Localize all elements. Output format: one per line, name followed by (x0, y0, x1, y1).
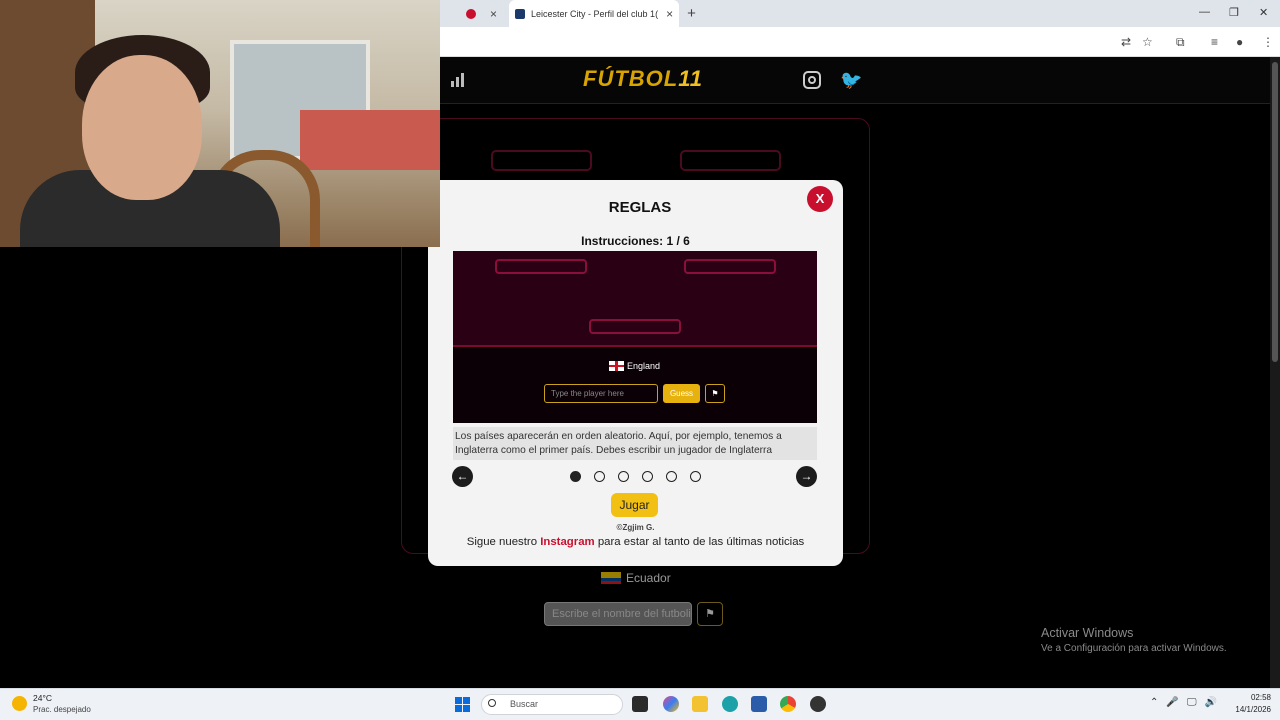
minimize-icon[interactable]: — (1199, 6, 1210, 18)
copilot-icon[interactable] (663, 696, 679, 712)
weather-temperature[interactable]: 24°C (33, 693, 52, 703)
preview-player-slot (589, 319, 681, 334)
clock-date[interactable]: 14/1/2026 (1221, 705, 1271, 714)
preview-guess-button: Guess (663, 384, 700, 403)
start-windows-icon[interactable] (455, 697, 470, 712)
tab-favicon-icon (466, 8, 476, 19)
weather-description[interactable]: Prac. despejado (33, 705, 91, 714)
address-bar[interactable] (440, 27, 1280, 57)
pagination-dots (570, 471, 701, 482)
england-flag-icon (609, 361, 624, 371)
pagination-dot[interactable] (642, 471, 653, 482)
translate-icon[interactable]: ⇄ (1121, 35, 1131, 49)
pagination-dot[interactable] (690, 471, 701, 482)
search-icon (488, 699, 496, 707)
new-tab-icon[interactable]: + (687, 5, 696, 22)
menu-icon[interactable]: ⋮ (1262, 35, 1274, 49)
file-explorer-icon[interactable] (692, 696, 708, 712)
preview-country: England (609, 361, 660, 371)
bookmark-star-icon[interactable]: ☆ (1142, 35, 1153, 49)
background-player-input[interactable]: Escribe el nombre del futbolista (544, 602, 692, 626)
extensions-icon[interactable]: ⧉ (1176, 35, 1185, 50)
play-button[interactable]: Jugar (611, 493, 658, 517)
media-icon[interactable]: ≡ (1211, 35, 1218, 49)
instruction-description: Los países aparecerán en orden aleatorio… (453, 427, 817, 460)
background-player-slot (680, 150, 781, 171)
instructions-counter: Instrucciones: 1 / 6 (581, 234, 690, 248)
preview-player-slot (495, 259, 587, 274)
task-view-icon[interactable] (632, 696, 648, 712)
taskbar-search-input[interactable]: Buscar (481, 694, 623, 715)
pagination-dot[interactable] (618, 471, 629, 482)
preview-flag-button: ⚑ (705, 384, 725, 403)
copyright-text: ©Zgjim G. (616, 523, 655, 532)
browser-tab-bar: × Leicester City - Perfil del club 1( × … (440, 0, 1280, 27)
background-flag-button[interactable]: ⚑ (697, 602, 723, 626)
clock-time[interactable]: 02:58 (1231, 693, 1271, 702)
background-player-slot (491, 150, 592, 171)
preview-player-input: Type the player here (544, 384, 658, 403)
app-icon[interactable] (810, 696, 826, 712)
activation-watermark-subtitle: Ve a Configuración para activar Windows. (1041, 643, 1227, 654)
webcam-overlay (0, 0, 440, 247)
tab-close-icon[interactable]: × (490, 7, 497, 21)
window-close-icon[interactable]: ✕ (1259, 6, 1268, 19)
browser-tab-active[interactable]: Leicester City - Perfil del club 1( × (509, 0, 680, 27)
system-tray[interactable]: ⌃🎤🖵🔊 (1150, 697, 1225, 708)
activation-watermark-title: Activar Windows (1041, 626, 1134, 640)
tab-close-icon[interactable]: × (666, 7, 673, 21)
pagination-dot[interactable] (594, 471, 605, 482)
instagram-link[interactable]: Instagram (540, 536, 594, 548)
site-logo[interactable]: FÚTBOL11 (583, 66, 703, 92)
ecuador-flag-icon (601, 572, 621, 584)
browser-tab[interactable]: × (460, 0, 503, 27)
tab-favicon-icon (515, 8, 526, 19)
restore-icon[interactable]: ❐ (1229, 6, 1239, 19)
previous-arrow-button[interactable]: ← (452, 466, 473, 487)
profile-avatar-icon[interactable]: ● (1236, 35, 1243, 49)
pagination-dot[interactable] (570, 471, 581, 482)
pagination-dot[interactable] (666, 471, 677, 482)
modal-close-button[interactable]: X (807, 186, 833, 212)
weather-sun-icon[interactable] (12, 696, 27, 711)
store-icon[interactable] (751, 696, 767, 712)
edge-icon[interactable] (722, 696, 738, 712)
follow-instagram-text: Sigue nuestro Instagram para estar al ta… (466, 536, 805, 548)
chrome-icon[interactable] (780, 696, 796, 712)
twitter-icon[interactable]: 🐦 (840, 70, 862, 91)
instagram-icon[interactable] (803, 71, 821, 89)
background-country: Ecuador (601, 571, 671, 585)
preview-player-slot (684, 259, 776, 274)
next-arrow-button[interactable]: → (796, 466, 817, 487)
stats-icon[interactable] (450, 72, 466, 88)
instruction-preview-image: England Type the player here Guess ⚑ (453, 251, 817, 423)
